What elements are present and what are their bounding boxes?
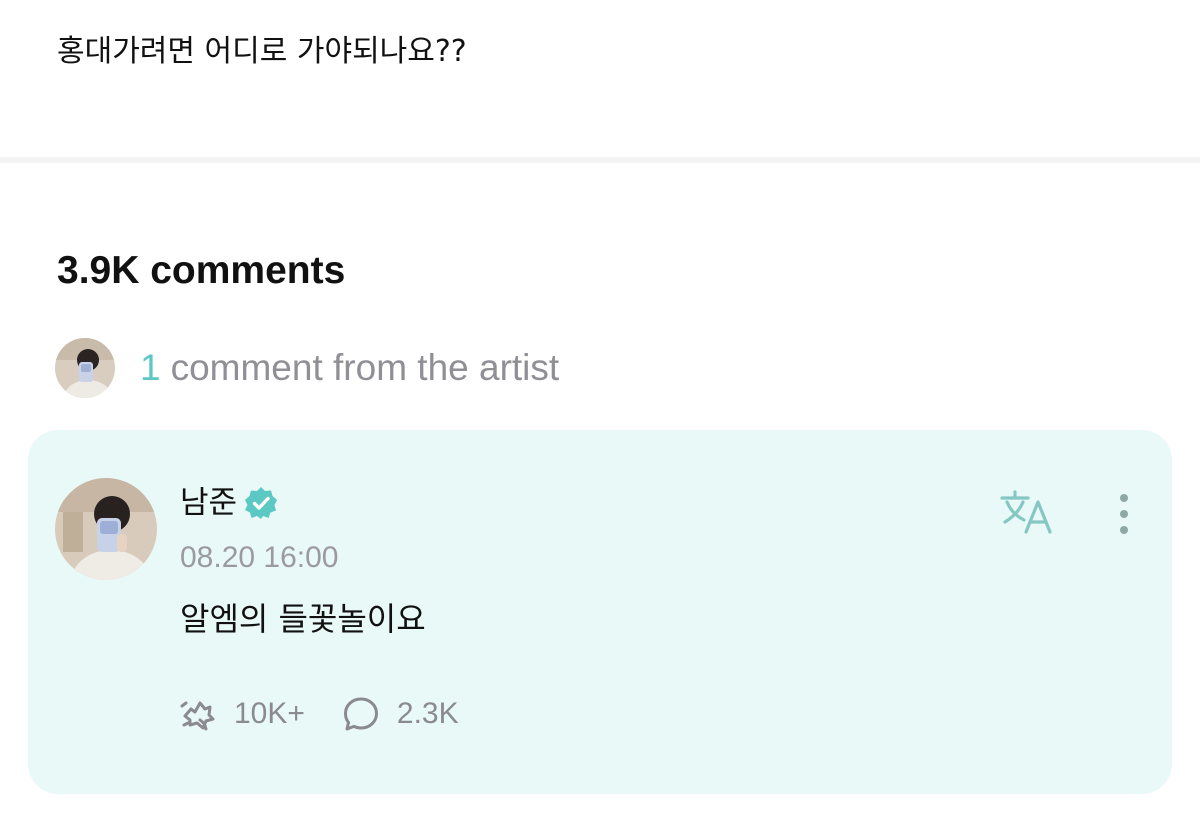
artist-comments-count: 1: [140, 347, 161, 388]
post-text: 홍대가려면 어디로 가야되나요??: [57, 34, 467, 69]
artist-comments-label: 1 comment from the artist: [140, 347, 559, 389]
comment-timestamp: 08.20 16:00: [180, 541, 339, 574]
translate-icon[interactable]: [998, 488, 1062, 540]
cheer-icon: [180, 701, 215, 731]
post-page: 홍대가려면 어디로 가야되나요?? 3.9K comments 1 comment…: [0, 0, 1200, 828]
verified-badge-icon: [243, 485, 279, 521]
cheer-button[interactable]: 10K+: [178, 694, 305, 734]
artist-comment-card: 남준 08.20 16:00 알엠의 들꽃놀이요 10K+ 2.3K: [28, 430, 1172, 794]
comment-author: 남준: [180, 482, 279, 524]
artist-comments-link[interactable]: 1 comment from the artist: [55, 338, 559, 398]
speech-bubble-icon: [343, 697, 378, 731]
likes-count: 10K+: [234, 697, 305, 730]
artist-avatar-small: [55, 338, 115, 398]
comments-count-heading: 3.9K comments: [57, 249, 346, 292]
replies-count: 2.3K: [396, 697, 459, 730]
reply-button[interactable]: 2.3K: [341, 694, 459, 734]
artist-avatar[interactable]: [55, 478, 157, 580]
author-name[interactable]: 남준: [180, 482, 237, 524]
more-vertical-icon[interactable]: [1108, 488, 1140, 540]
comment-actions: 10K+ 2.3K: [178, 694, 459, 734]
artist-comments-text: comment from the artist: [170, 347, 560, 388]
section-divider: [0, 157, 1200, 163]
comment-body: 알엠의 들꽃놀이요: [180, 600, 426, 638]
